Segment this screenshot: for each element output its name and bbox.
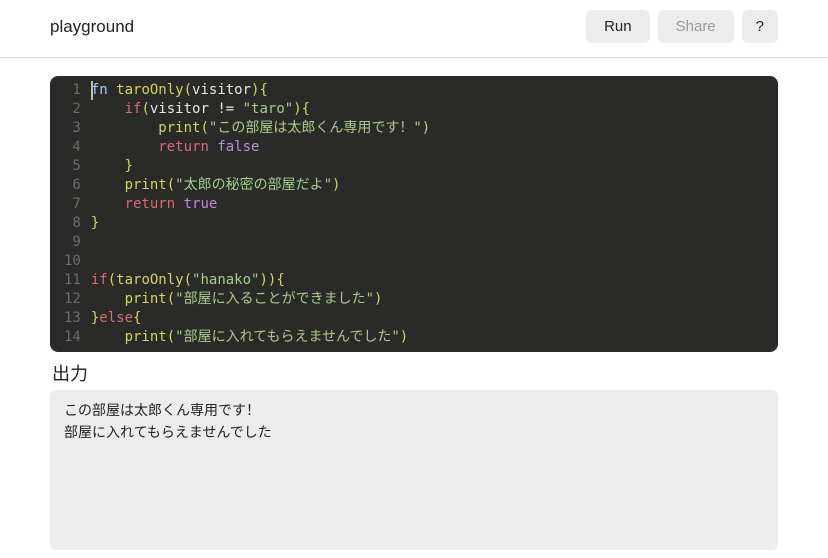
cursor-icon bbox=[91, 81, 93, 100]
code-line bbox=[91, 233, 770, 252]
code-line bbox=[91, 252, 770, 271]
line-number: 7 bbox=[64, 195, 81, 214]
line-number: 13 bbox=[64, 309, 81, 328]
code-editor[interactable]: 1 2 3 4 5 6 7 8 9 10 11 12 13 14 fn taro… bbox=[50, 76, 778, 352]
share-button[interactable]: Share bbox=[658, 10, 734, 43]
code-line: fn taroOnly(visitor){ bbox=[91, 81, 770, 100]
line-number: 11 bbox=[64, 271, 81, 290]
run-button[interactable]: Run bbox=[586, 10, 650, 43]
code-line: if(taroOnly("hanako")){ bbox=[91, 271, 770, 290]
line-number: 5 bbox=[64, 157, 81, 176]
code-line: print("この部屋は太郎くん専用です！") bbox=[91, 119, 770, 138]
line-number: 12 bbox=[64, 290, 81, 309]
main: 1 2 3 4 5 6 7 8 9 10 11 12 13 14 fn taro… bbox=[0, 58, 828, 550]
code-area[interactable]: fn taroOnly(visitor){ if(visitor != "tar… bbox=[89, 81, 778, 347]
line-number: 8 bbox=[64, 214, 81, 233]
code-line: print("部屋に入れてもらえませんでした") bbox=[91, 328, 770, 347]
line-number: 10 bbox=[64, 252, 81, 271]
code-line: print("部屋に入ることができました") bbox=[91, 290, 770, 309]
code-line: return false bbox=[91, 138, 770, 157]
line-number: 3 bbox=[64, 119, 81, 138]
code-line: return true bbox=[91, 195, 770, 214]
page-title: playground bbox=[50, 17, 134, 37]
line-number: 6 bbox=[64, 176, 81, 195]
code-line: } bbox=[91, 214, 770, 233]
line-number: 14 bbox=[64, 328, 81, 347]
code-line: } bbox=[91, 157, 770, 176]
code-line: if(visitor != "taro"){ bbox=[91, 100, 770, 119]
code-line: print("太郎の秘密の部屋だよ") bbox=[91, 176, 770, 195]
help-button[interactable]: ? bbox=[742, 10, 778, 43]
header: playground Run Share ? bbox=[0, 0, 828, 58]
header-buttons: Run Share ? bbox=[586, 10, 778, 43]
line-number: 4 bbox=[64, 138, 81, 157]
output-label: 出力 bbox=[52, 360, 778, 386]
code-line: }else{ bbox=[91, 309, 770, 328]
line-gutter: 1 2 3 4 5 6 7 8 9 10 11 12 13 14 bbox=[50, 81, 89, 347]
line-number: 1 bbox=[64, 81, 81, 100]
output-box: この部屋は太郎くん専用です！ 部屋に入れてもらえませんでした bbox=[50, 390, 778, 550]
line-number: 9 bbox=[64, 233, 81, 252]
line-number: 2 bbox=[64, 100, 81, 119]
